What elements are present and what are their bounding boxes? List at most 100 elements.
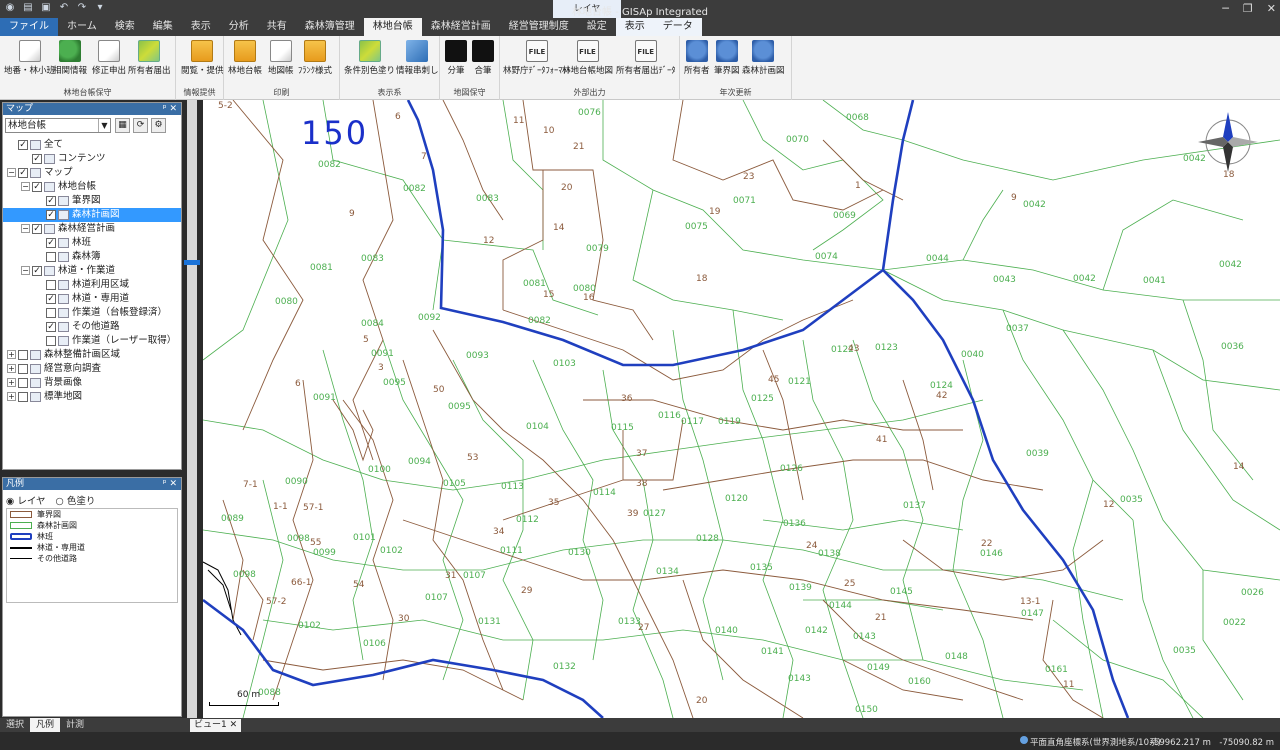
layer-tree-item[interactable]: − ✓ 森林経営計画 <box>3 222 181 236</box>
print-ledger-button[interactable]: 林地台帳 <box>228 40 262 76</box>
tab-share[interactable]: 共有 <box>258 18 296 36</box>
collapse-icon[interactable]: − <box>21 266 30 275</box>
collapse-icon[interactable]: − <box>21 224 30 233</box>
layer-tree-item[interactable]: ✓ 林道・専用道 <box>3 292 181 306</box>
layer-set-select[interactable]: 林地台帳 ▼ <box>5 118 111 133</box>
tab-edit[interactable]: 編集 <box>144 18 182 36</box>
tab-layer-display[interactable]: 表示 <box>615 18 654 36</box>
layer-visibility-checkbox[interactable] <box>18 391 28 402</box>
merge-parcel-button[interactable]: 合筆 <box>472 40 494 76</box>
close-icon[interactable]: ✕ <box>1267 2 1276 15</box>
ledger-map-export-button[interactable]: FILE 林地台帳地図 <box>562 40 613 76</box>
collapse-icon[interactable]: − <box>21 182 30 191</box>
add-layer-icon[interactable]: ▦ <box>115 118 130 133</box>
layer-tree-item[interactable]: ✓ 森林計画図 <box>3 208 181 222</box>
layer-tree-item[interactable]: ✓ その他道路 <box>3 320 181 334</box>
layer-tree-item[interactable]: ✓ 林班 <box>3 236 181 250</box>
north-arrow[interactable] <box>1198 112 1258 172</box>
tab-select[interactable]: 選択 <box>0 718 30 732</box>
layer-tree-item[interactable]: 作業道（レーザー取得） <box>3 334 181 348</box>
split-parcel-button[interactable]: 分筆 <box>445 40 467 76</box>
layer-tree-item[interactable]: 林道利用区域 <box>3 278 181 292</box>
tab-search[interactable]: 検索 <box>106 18 144 36</box>
owner-notification-data-button[interactable]: FILE 所有者届出ﾃﾞｰﾀ <box>616 40 676 76</box>
layer-visibility-checkbox[interactable]: ✓ <box>46 321 56 332</box>
tab-measure[interactable]: 計測 <box>60 718 90 732</box>
gear-icon[interactable]: ⚙ <box>151 118 166 133</box>
info-skewer-button[interactable]: 情報串刺し <box>396 40 439 76</box>
layer-tree-item[interactable]: + 経営意向調査 <box>3 362 181 376</box>
layer-visibility-checkbox[interactable]: ✓ <box>46 237 56 248</box>
layer-visibility-checkbox[interactable]: ✓ <box>32 153 42 164</box>
map-canvas[interactable]: 0082 9 0082 6 7 0083 12 0083 11 10 21 0076 0070 0068 2… <box>203 100 1280 718</box>
update-forest-plan-button[interactable]: 森林計画図 <box>742 40 785 76</box>
layer-tree-item[interactable]: + 標準地図 <box>3 390 181 404</box>
tab-home[interactable]: ホーム <box>58 18 106 36</box>
layer-visibility-checkbox[interactable]: ✓ <box>32 223 42 234</box>
expand-icon[interactable]: + <box>7 350 16 359</box>
tab-settings[interactable]: 設定 <box>578 18 616 36</box>
layer-visibility-checkbox[interactable]: ✓ <box>46 195 56 206</box>
correction-request-button[interactable]: 修正申出 <box>92 40 126 76</box>
layer-tree-item[interactable]: − ✓ マップ <box>3 166 181 180</box>
layer-tree-item[interactable]: − ✓ 林道・作業道 <box>3 264 181 278</box>
blank-form-button[interactable]: ﾌﾗﾝｸ様式 <box>298 40 332 76</box>
layer-visibility-checkbox[interactable]: ✓ <box>18 139 28 150</box>
expand-icon[interactable]: + <box>7 378 16 387</box>
expand-icon[interactable]: + <box>7 364 16 373</box>
correlation-info-button[interactable]: 相関情報 <box>53 40 87 76</box>
collapse-icon[interactable]: − <box>7 168 16 177</box>
legend-mode-layer-radio[interactable]: ◉ レイヤ <box>6 493 46 507</box>
view-provide-button[interactable]: 閲覧・提供 <box>181 40 224 76</box>
tab-analysis[interactable]: 分析 <box>220 18 258 36</box>
minimize-icon[interactable]: ─ <box>1222 2 1229 15</box>
print-atlas-button[interactable]: 地図帳 <box>268 40 294 76</box>
layer-visibility-checkbox[interactable] <box>18 349 28 360</box>
layer-visibility-checkbox[interactable] <box>18 363 28 374</box>
layer-visibility-checkbox[interactable] <box>46 279 56 290</box>
owner-notification-button[interactable]: 所有者届出 <box>128 40 171 76</box>
tab-forest-management-plan[interactable]: 森林経営計画 <box>422 18 500 36</box>
update-boundary-button[interactable]: 筆界図 <box>714 40 740 76</box>
coordinate-system-label[interactable]: 平面直角座標系(世界測地系/10系) <box>1030 736 1161 748</box>
layer-visibility-checkbox[interactable]: ✓ <box>32 265 42 276</box>
layer-tree-item[interactable]: − ✓ 林地台帳 <box>3 180 181 194</box>
layer-tree-item[interactable]: ✓ コンテンツ <box>3 152 181 166</box>
pin-close-icon[interactable]: ᵖ ✕ <box>163 103 177 115</box>
tab-forest-land-ledger[interactable]: 林地台帳 <box>363 18 422 36</box>
view-tab-1[interactable]: ビュー1 ✕ <box>190 719 242 732</box>
expand-icon[interactable]: + <box>7 392 16 401</box>
splitter-handle[interactable] <box>184 260 200 265</box>
tab-view[interactable]: 表示 <box>182 18 220 36</box>
map-drawing[interactable]: 0082 9 0082 6 7 0083 12 0083 11 10 21 0076 0070 0068 2… <box>203 100 1280 718</box>
layer-visibility-checkbox[interactable]: ✓ <box>32 181 42 192</box>
lot-subcompartment-button[interactable]: 地番・林小班 <box>4 40 55 76</box>
tab-layer-data[interactable]: データ <box>653 18 702 36</box>
layer-tree-item[interactable]: ✓ 全て <box>3 138 181 152</box>
tab-forest-register-management[interactable]: 森林簿管理 <box>296 18 364 36</box>
tab-management-system[interactable]: 経営管理制度 <box>500 18 578 36</box>
layer-tree-item[interactable]: + 背景画像 <box>3 376 181 390</box>
layer-visibility-checkbox[interactable]: ✓ <box>18 167 28 178</box>
forestry-agency-format-button[interactable]: FILE 林野庁ﾃﾞｰﾀﾌｫｰﾏｯﾄ <box>503 40 571 76</box>
restore-icon[interactable]: ❐ <box>1243 2 1253 15</box>
refresh-icon[interactable]: ⟳ <box>133 118 148 133</box>
layer-tree-item[interactable]: 作業道（台帳登録済） <box>3 306 181 320</box>
layer-visibility-checkbox[interactable] <box>46 307 56 318</box>
layer-visibility-checkbox[interactable] <box>46 335 56 346</box>
panel-splitter[interactable] <box>183 100 201 718</box>
layer-tree-item[interactable]: + 森林整備計画区域 <box>3 348 181 362</box>
tab-file[interactable]: ファイル <box>0 18 58 36</box>
update-owner-button[interactable]: 所有者 <box>684 40 710 76</box>
pin-close-icon[interactable]: ᵖ ✕ <box>163 478 177 490</box>
conditional-color-button[interactable]: 条件別色塗り <box>344 40 395 76</box>
tab-legend[interactable]: 凡例 <box>30 718 61 732</box>
layer-tree-item[interactable]: 森林簿 <box>3 250 181 264</box>
layer-tree-item[interactable]: ✓ 筆界図 <box>3 194 181 208</box>
layer-visibility-checkbox[interactable]: ✓ <box>46 209 56 220</box>
globe-icon[interactable] <box>1020 736 1028 744</box>
layer-visibility-checkbox[interactable] <box>46 251 56 262</box>
chevron-down-icon[interactable]: ▼ <box>98 119 110 132</box>
legend-mode-color-radio[interactable]: ○ 色塗り <box>56 493 96 507</box>
layer-visibility-checkbox[interactable] <box>18 377 28 388</box>
